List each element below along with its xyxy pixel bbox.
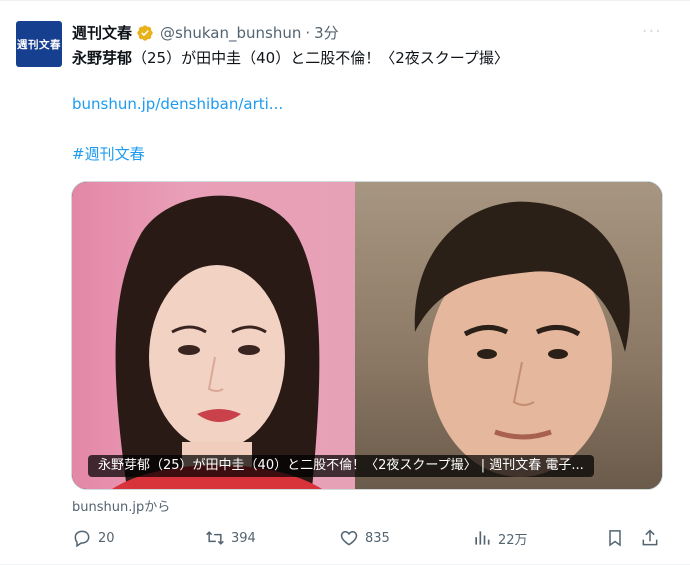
author-name[interactable]: 週刊文春 <box>72 22 132 43</box>
retweet-icon <box>206 531 224 545</box>
card-title: 永野芽郁（25）が田中圭（40）と二股不倫！〈2夜スクープ撮〉 | 週刊文春 電… <box>88 455 594 477</box>
header-separator: · <box>305 23 311 42</box>
card-source[interactable]: bunshun.jpから <box>72 496 170 515</box>
views-chart-icon <box>475 531 490 545</box>
tweet-time[interactable]: 3分 <box>314 22 339 43</box>
avatar[interactable]: 週刊文春 <box>16 21 62 67</box>
views-count: 22万 <box>498 532 528 548</box>
tweet-text: 永野芽郁（25）が田中圭（40）と二股不倫！〈2夜スクープ撮〉 <box>72 47 509 69</box>
retweet-count: 394 <box>231 530 256 546</box>
hashtag-link[interactable]: #週刊文春 <box>72 143 145 164</box>
like-count: 835 <box>365 530 390 546</box>
tweet[interactable]: 週刊文春 週刊文春 @shukan_bunshun · 3分 ··· 永野芽郁（… <box>0 0 690 565</box>
heart-icon <box>340 530 358 546</box>
tweet-header: 週刊文春 @shukan_bunshun · 3分 <box>72 22 339 43</box>
retweet-button[interactable]: 394 <box>205 528 256 548</box>
tweet-text-rest: （25）が田中圭（40）と二股不倫！〈2夜スクープ撮〉 <box>132 49 509 67</box>
share-button[interactable] <box>640 528 666 548</box>
reply-button[interactable]: 20 <box>72 528 115 548</box>
more-options-icon[interactable]: ··· <box>642 21 662 42</box>
bookmark-button[interactable] <box>605 528 631 548</box>
bookmark-icon <box>609 530 621 547</box>
views-button[interactable]: 22万 <box>472 528 528 548</box>
like-button[interactable]: 835 <box>339 528 390 548</box>
reply-icon <box>74 530 90 548</box>
share-icon <box>642 529 658 546</box>
reply-count: 20 <box>98 530 115 546</box>
author-handle[interactable]: @shukan_bunshun <box>160 24 301 42</box>
verified-badge-icon[interactable] <box>136 24 154 42</box>
card-photo-woman <box>72 182 355 489</box>
card-photo-man <box>355 182 662 489</box>
article-link[interactable]: bunshun.jp/denshiban/arti... <box>72 95 283 113</box>
tweet-text-bold: 永野芽郁 <box>72 49 133 67</box>
link-card[interactable]: 永野芽郁（25）が田中圭（40）と二股不倫！〈2夜スクープ撮〉 | 週刊文春 電… <box>71 181 663 490</box>
action-bar: 20 394 835 22万 <box>72 528 662 548</box>
avatar-logo-text: 週刊文春 <box>17 38 61 51</box>
